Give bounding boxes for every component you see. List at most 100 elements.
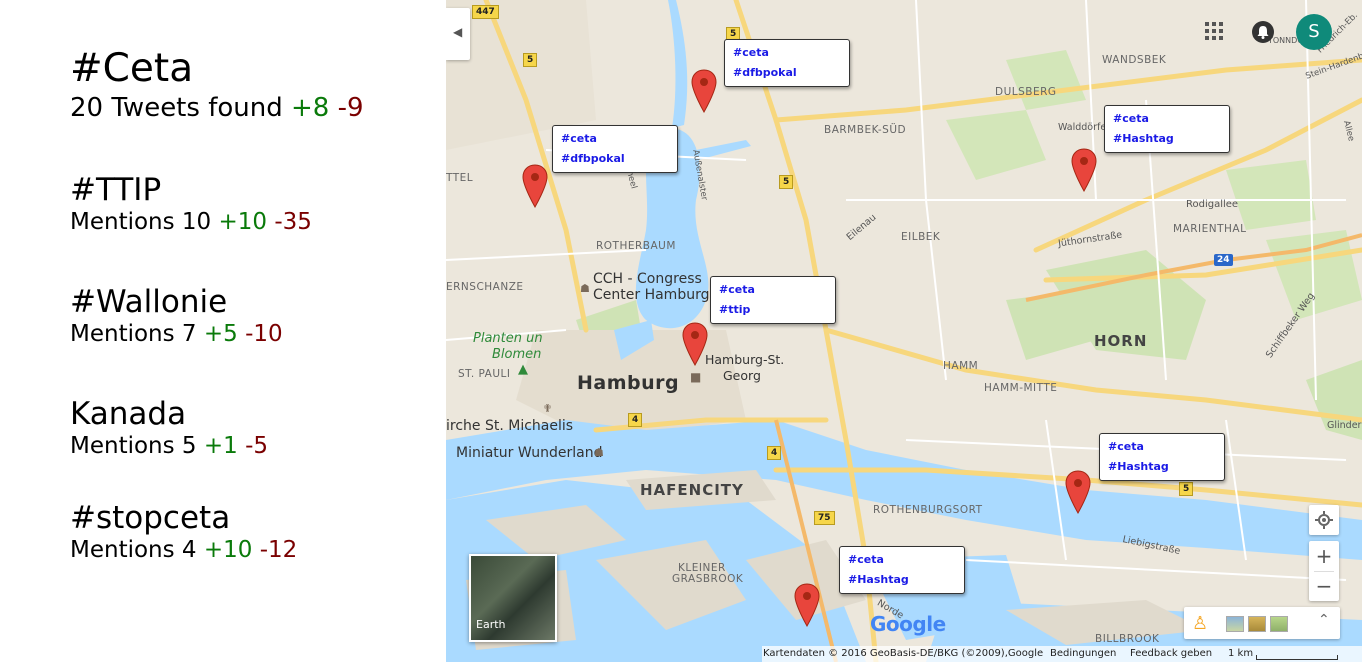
terms-link[interactable]: Bedingungen [1050,646,1116,662]
tweet-info-window[interactable]: #ceta #ttip [710,276,836,324]
map-label-mittel: TTEL [446,172,474,184]
topic-stats: 20 Tweets found +8 -9 [70,92,364,124]
topic-stats: Mentions 5 +1 -5 [70,432,268,460]
poi-park-icon: ▲ [518,362,528,377]
road-number-shield: 5 [523,53,538,67]
feedback-link[interactable]: Feedback geben [1130,646,1212,662]
topic-positive: +10 [203,537,253,563]
map-footer: Kartendaten © 2016 GeoBasis-DE/BKG (©200… [762,646,1362,662]
zoom-in-button[interactable]: + [1309,541,1339,571]
zoom-out-button[interactable]: − [1309,571,1339,601]
road-number-shield: 75 [814,511,835,525]
collapse-panel-button[interactable]: ◀ [446,8,470,60]
zoom-control: + − [1309,541,1339,601]
earth-label: Earth [476,618,506,631]
topic-title: #TTIP [70,172,162,208]
map-label-cch-2: Center Hamburg [593,287,710,303]
map-marker-pin-icon[interactable] [1071,148,1097,192]
topic-positive: +5 [203,321,238,347]
map-label-grasbrook: GRASBROOK [672,573,744,585]
info-hashtag-2: #ttip [719,303,751,316]
map-label-st-pauli: ST. PAULI [458,368,511,380]
road-number-shield: 447 [472,5,499,19]
topic-negative: -10 [245,321,283,347]
info-hashtag-2: #Hashtag [848,573,909,586]
google-map[interactable]: WANDSBEK DULSBERG BARMBEK-SÜD EILBEK MAR… [446,0,1362,662]
user-avatar[interactable]: S [1296,14,1332,50]
topic-positive: +8 [290,93,330,123]
map-label-marienthal: MARIENTHAL [1173,223,1247,235]
info-hashtag-1: #ceta [733,46,769,59]
info-hashtag-1: #ceta [1108,440,1144,453]
tweet-info-window[interactable]: #ceta #Hashtag [1104,105,1230,153]
tweet-info-window[interactable]: #ceta #Hashtag [1099,433,1225,481]
my-location-button[interactable] [1309,505,1339,535]
apps-grid-icon[interactable] [1205,22,1223,40]
map-label-hamm-mitte: HAMM-MITTE [984,382,1058,394]
map-label-hauptbahnhof-1: Hamburg-St. [705,352,785,367]
topic-kanada: Kanada Mentions 5 +1 -5 [70,396,268,460]
bike-layer-thumb[interactable] [1270,616,1288,632]
map-label-hauptbahnhof-2: Georg [723,368,761,383]
topic-negative: -12 [259,537,298,563]
info-hashtag-1: #ceta [719,283,755,296]
satellite-layer-thumb[interactable] [1248,616,1266,632]
map-marker-pin-icon[interactable] [682,322,708,366]
map-marker-pin-icon[interactable] [522,164,548,208]
autobahn-number-shield: 24 [1214,254,1233,266]
map-label-rothenburgsort: ROTHENBURGSORT [873,504,983,516]
earth-view-toggle[interactable]: Earth [469,554,557,642]
map-label-horn: HORN [1094,332,1148,350]
info-hashtag-1: #ceta [1113,112,1149,125]
topic-title: #Ceta [70,46,194,91]
terrain-layer-thumb[interactable] [1226,616,1244,632]
info-hashtag-2: #Hashtag [1113,132,1174,145]
map-label-miniatur-wunderland: Miniatur Wunderland [456,445,603,461]
map-label-glinder: Glinder [1327,420,1362,431]
map-label-dulsberg: DULSBERG [995,86,1057,98]
tweet-info-window[interactable]: #ceta #dfbpokal [724,39,850,87]
road-number-shield: 4 [628,413,643,427]
topic-count: 20 Tweets found [70,93,283,123]
info-hashtag-2: #dfbpokal [561,152,625,165]
map-label-planten-un-blomen-2: Blomen [492,347,542,362]
poi-church-icon: ✟ [543,402,553,415]
map-label-hamm: HAMM [943,360,979,372]
info-hashtag-1: #ceta [848,553,884,566]
map-label-hafencity: HAFENCITY [640,481,744,499]
topic-positive: +10 [218,209,268,235]
map-label-billbrook: BILLBROOK [1095,633,1160,645]
map-label-hamburg: Hamburg [577,372,680,394]
topic-count: Mentions 5 [70,433,197,459]
map-label-sternschanze: ERNSCHANZE [446,281,524,293]
trending-topics-panel: #Ceta 20 Tweets found +8 -9 #TTIP Mentio… [0,0,446,662]
collapse-chevron-icon: ◀ [453,25,463,39]
topic-title: Kanada [70,396,187,432]
pegman-icon[interactable]: ♙ [1192,613,1208,634]
layer-controls: ♙ ⌃ [1184,607,1340,639]
info-hashtag-2: #Hashtag [1108,460,1169,473]
topic-stats: Mentions 7 +5 -10 [70,320,283,348]
map-label-walddoerfer: Walddörfer [1058,122,1111,133]
tweet-info-window[interactable]: #ceta #Hashtag [839,546,965,594]
map-marker-pin-icon[interactable] [794,583,820,627]
poi-train-station-icon: ■ [690,370,702,384]
map-attribution: Kartendaten © 2016 GeoBasis-DE/BKG (©200… [763,648,1044,659]
map-label-wandsbek: WANDSBEK [1102,54,1167,66]
map-marker-pin-icon[interactable] [691,69,717,113]
road-number-shield: 4 [767,446,782,460]
topic-wallonie: #Wallonie Mentions 7 +5 -10 [70,284,283,348]
info-hashtag-2: #dfbpokal [733,66,797,79]
road-number-shield: 5 [1179,482,1194,496]
road-number-shield: 5 [779,175,794,189]
map-label-rodigallee: Rodigallee [1186,199,1239,210]
notifications-icon[interactable] [1252,21,1274,43]
topic-count: Mentions 4 [70,537,197,563]
expand-chevron-icon[interactable]: ⌃ [1318,612,1330,628]
google-logo: Google [870,612,946,636]
topic-title: #stopceta [70,500,231,536]
topic-negative: -9 [337,93,364,123]
map-marker-pin-icon[interactable] [1065,470,1091,514]
tweet-info-window[interactable]: #ceta #dfbpokal [552,125,678,173]
info-hashtag-1: #ceta [561,132,597,145]
